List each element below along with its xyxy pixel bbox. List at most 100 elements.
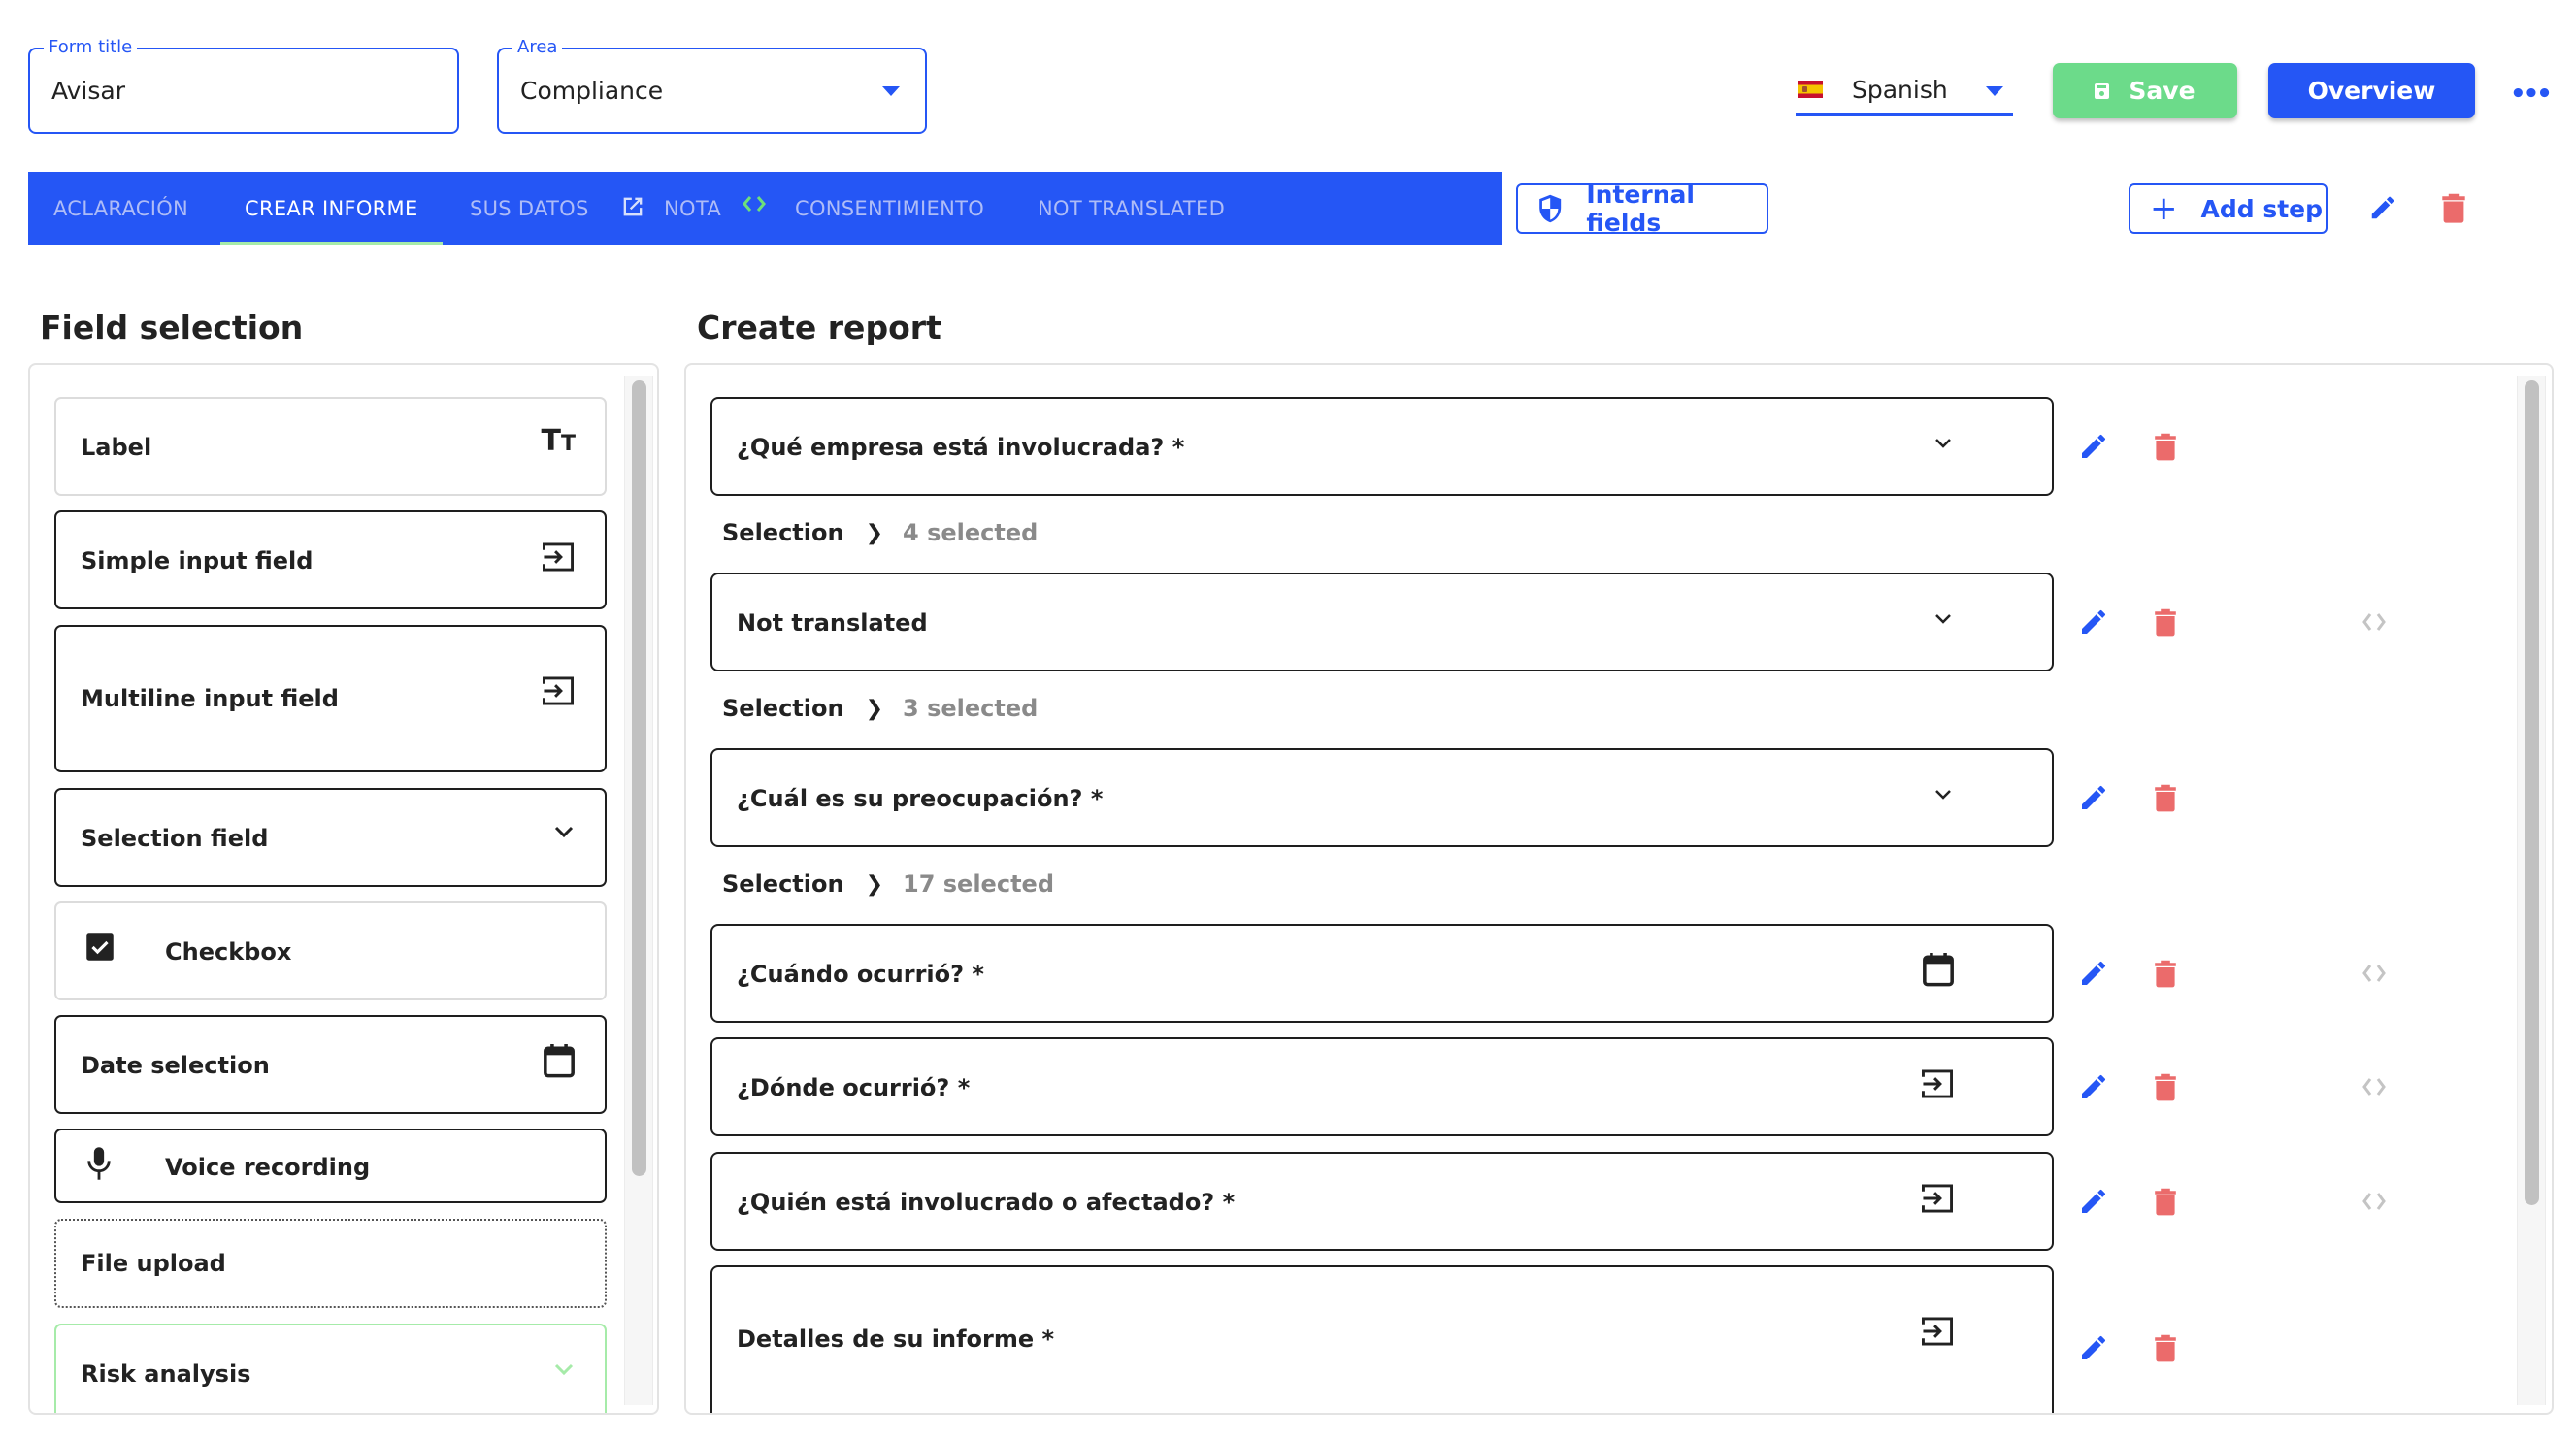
question-card[interactable]: ¿Cuándo ocurrió? * — [710, 924, 2054, 1023]
field-selection-title: Field selection — [40, 309, 304, 346]
selection-count: 17 selected — [903, 870, 1054, 898]
language-value: Spanish — [1852, 76, 1948, 104]
tab-consentimiento[interactable]: CONSENTIMIENTO — [795, 172, 984, 245]
tab-nota[interactable]: NOTA — [664, 172, 721, 245]
field-type-risk-analysis[interactable]: Risk analysis — [54, 1324, 607, 1413]
overview-label: Overview — [2307, 77, 2436, 105]
caret-down-icon — [1986, 86, 2003, 96]
code-icon[interactable] — [2358, 1074, 2391, 1099]
microphone-icon — [87, 1147, 111, 1180]
edit-field-icon[interactable] — [2078, 431, 2109, 462]
save-label: Save — [2129, 77, 2196, 105]
question-label: Not translated — [737, 609, 928, 637]
internal-fields-button[interactable]: Internal fields — [1516, 180, 1768, 237]
chevron-down-icon[interactable] — [1932, 436, 1955, 451]
code-icon[interactable] — [2358, 961, 2391, 986]
selection-label: Selection — [722, 870, 844, 898]
input-icon — [543, 542, 574, 572]
question-card[interactable]: ¿Quién está involucrado o afectado? * — [710, 1152, 2054, 1251]
field-type-name: Checkbox — [165, 938, 292, 965]
question-label: Detalles de su informe * — [737, 1325, 1055, 1353]
chevron-down-icon — [554, 826, 574, 838]
field-type-selection[interactable]: Selection field — [54, 788, 607, 887]
field-type-date[interactable]: Date selection — [54, 1015, 607, 1114]
create-report-scrollbar[interactable] — [2517, 376, 2546, 1405]
create-report-panel: ¿Qué empresa está involucrada? * Selecti… — [684, 363, 2554, 1415]
field-selection-panel: Label TT Simple input field Multiline in… — [28, 363, 659, 1415]
plus-icon: + — [2150, 189, 2178, 228]
edit-field-icon[interactable] — [2078, 958, 2109, 989]
shield-icon — [1539, 194, 1562, 223]
save-button[interactable]: Save — [2053, 63, 2237, 118]
code-icon[interactable] — [2358, 1189, 2391, 1214]
delete-field-icon[interactable] — [2154, 431, 2177, 462]
selection-summary[interactable]: Selection ❯ 17 selected — [722, 870, 1054, 898]
delete-field-icon[interactable] — [2154, 1332, 2177, 1363]
more-options-icon[interactable]: ••• — [2510, 80, 2553, 109]
form-title-label: Form title — [44, 37, 138, 58]
area-select[interactable]: Area Compliance — [497, 37, 927, 134]
question-card[interactable]: ¿Cuál es su preocupación? * — [710, 748, 2054, 847]
question-card[interactable]: Not translated — [710, 573, 2054, 671]
edit-field-icon[interactable] — [2078, 1186, 2109, 1217]
delete-field-icon[interactable] — [2154, 606, 2177, 638]
edit-field-icon[interactable] — [2078, 782, 2109, 813]
code-icon[interactable] — [740, 191, 769, 216]
add-step-label: Add step — [2200, 194, 2324, 223]
question-card[interactable]: Detalles de su informe * — [710, 1265, 2054, 1413]
delete-field-icon[interactable] — [2154, 958, 2177, 989]
code-icon[interactable] — [2358, 609, 2391, 635]
create-report-title: Create report — [697, 309, 941, 346]
edit-field-icon[interactable] — [2078, 1071, 2109, 1102]
selection-label: Selection — [722, 695, 844, 722]
delete-field-icon[interactable] — [2154, 1071, 2177, 1102]
edit-step-icon[interactable] — [2368, 192, 2397, 223]
form-title-field[interactable]: Form title Avisar — [28, 37, 459, 134]
scrollbar-thumb[interactable] — [632, 380, 646, 1176]
spain-flag-icon — [1798, 81, 1823, 98]
question-label: ¿Quién está involucrado o afectado? * — [737, 1189, 1236, 1216]
tab-not-translated[interactable]: NOT TRANSLATED — [1038, 172, 1225, 245]
field-type-file-upload[interactable]: File upload — [54, 1219, 607, 1308]
language-select[interactable]: Spanish — [1796, 72, 2013, 116]
scrollbar-thumb[interactable] — [2525, 380, 2539, 1205]
external-link-icon[interactable] — [619, 193, 646, 220]
chevron-down-icon[interactable] — [1932, 611, 1955, 627]
tab-label: NOT TRANSLATED — [1038, 197, 1226, 220]
overview-button[interactable]: Overview — [2268, 63, 2475, 118]
field-type-simple-input[interactable]: Simple input field — [54, 510, 607, 609]
delete-field-icon[interactable] — [2154, 1186, 2177, 1217]
text-size-icon: TT — [541, 424, 576, 458]
field-type-name: Voice recording — [165, 1154, 371, 1181]
chevron-down-icon[interactable] — [1932, 787, 1955, 802]
calendar-icon — [544, 1044, 575, 1078]
chevron-right-icon: ❯ — [865, 520, 884, 545]
field-type-label[interactable]: Label TT — [54, 397, 607, 496]
question-card[interactable]: ¿Qué empresa está involucrada? * — [710, 397, 2054, 496]
field-type-checkbox[interactable]: Checkbox — [54, 901, 607, 1000]
question-card[interactable]: ¿Dónde ocurrió? * — [710, 1037, 2054, 1136]
question-label: ¿Dónde ocurrió? * — [737, 1074, 971, 1101]
tab-crear-informe[interactable]: CREAR INFORME — [220, 172, 443, 245]
field-type-multiline-input[interactable]: Multiline input field — [54, 625, 607, 772]
form-title-value[interactable]: Avisar — [51, 77, 125, 105]
delete-field-icon[interactable] — [2154, 782, 2177, 813]
add-step-button[interactable]: + Add step — [2129, 183, 2328, 234]
field-selection-scrollbar[interactable] — [624, 376, 653, 1405]
chevron-right-icon: ❯ — [865, 871, 884, 897]
selection-summary[interactable]: Selection ❯ 3 selected — [722, 695, 1038, 722]
delete-step-icon[interactable] — [2441, 192, 2466, 223]
checkbox-icon — [86, 933, 114, 961]
tab-aclaracion[interactable]: ACLARACIÓN — [53, 172, 188, 245]
edit-field-icon[interactable] — [2078, 606, 2109, 638]
selection-label: Selection — [722, 519, 844, 546]
question-label: ¿Qué empresa está involucrada? * — [737, 434, 1185, 461]
selection-summary[interactable]: Selection ❯ 4 selected — [722, 519, 1038, 546]
input-icon — [1922, 1184, 1953, 1213]
input-icon — [1922, 1069, 1953, 1098]
caret-down-icon — [882, 86, 900, 96]
field-type-voice-recording[interactable]: Voice recording — [54, 1129, 607, 1203]
field-type-name: File upload — [81, 1250, 226, 1277]
edit-field-icon[interactable] — [2078, 1332, 2109, 1363]
tab-sus-datos[interactable]: SUS DATOS — [470, 172, 589, 245]
